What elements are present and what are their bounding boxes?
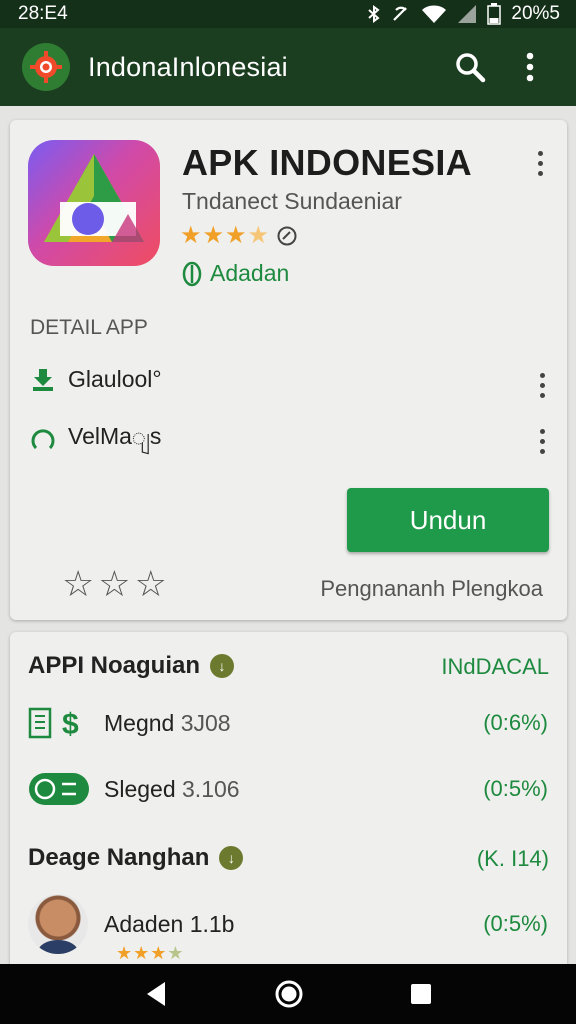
list-item-label: Adaden 1.1b xyxy=(104,910,235,937)
star-icon: ★ xyxy=(133,943,150,963)
app-icon[interactable] xyxy=(28,140,160,266)
star-outline-icon[interactable]: ☆ xyxy=(135,566,167,602)
detail-row-menu-button[interactable] xyxy=(530,370,554,400)
app-bar-title: IndonaInlonesiai xyxy=(88,51,288,82)
detail-row[interactable]: Glaulool° xyxy=(30,366,162,393)
cell-signal-icon xyxy=(458,5,477,23)
list-item[interactable]: Adaden 1.1b (0:5%) xyxy=(28,894,548,954)
status-icons: 20%5 xyxy=(367,3,560,25)
shield-check-icon xyxy=(182,261,202,286)
overflow-menu-button[interactable] xyxy=(506,43,554,91)
app-bar: IndonaInlonesiai xyxy=(0,28,576,106)
list-item[interactable]: $ Megnd 3J08 (0:6%) xyxy=(28,706,548,740)
arrow-down-circle-icon: ↓ xyxy=(219,846,244,870)
reviewer-rating: ★ ★ ★ ★ xyxy=(116,944,184,962)
review-link[interactable]: Pengnananh Plengkoa xyxy=(320,576,543,602)
section-title-text: APPI Noaguian xyxy=(28,652,201,679)
battery-percent: 20%5 xyxy=(511,3,560,24)
section-title: APPI Noaguian ↓ xyxy=(28,652,235,680)
search-button[interactable] xyxy=(446,43,494,91)
app-triangle-logo-icon xyxy=(44,154,144,242)
download-icon xyxy=(33,368,53,391)
install-status-label: Adadan xyxy=(210,260,290,286)
star-icon: ★ xyxy=(167,943,184,963)
more-vert-icon xyxy=(526,52,534,82)
detail-row-menu-button[interactable] xyxy=(530,426,554,456)
list-icon: $ xyxy=(28,706,92,740)
rating-info-icon xyxy=(277,226,297,246)
star-half-icon: ★ xyxy=(247,222,270,249)
status-time: 28:E4 xyxy=(18,3,68,24)
battery-icon xyxy=(487,3,502,25)
app-rating: ★ ★ ★ ★ xyxy=(180,224,298,248)
section-title-text: Deage Nanghan xyxy=(28,844,210,871)
list-item-value: (0:5%) xyxy=(483,911,548,936)
list-item-label: Megnd 3J08 xyxy=(104,709,231,736)
app-logo-icon xyxy=(22,43,70,91)
wifi-icon xyxy=(422,5,447,23)
list-item[interactable]: Sleged 3.106 (0:5%) xyxy=(28,772,548,806)
system-nav-bar xyxy=(0,964,576,1024)
app-card-menu-button[interactable] xyxy=(528,148,552,178)
search-icon xyxy=(456,53,486,83)
list-icon xyxy=(28,894,92,954)
avatar xyxy=(28,894,88,954)
star-icon: ★ xyxy=(116,943,133,963)
list-icon xyxy=(28,772,92,806)
list-item-label: Sleged 3.106 xyxy=(104,775,240,802)
app-developer[interactable]: Tndanect Sundaeniar xyxy=(182,188,402,215)
arrow-down-circle-icon: ↓ xyxy=(210,654,235,678)
bluetooth-icon xyxy=(368,5,380,23)
status-bar: 28:E4 20%5 xyxy=(0,0,576,28)
star-outline-icon[interactable]: ☆ xyxy=(98,566,130,602)
section-title: Deage Nanghan ↓ xyxy=(28,844,244,872)
recents-icon[interactable] xyxy=(409,982,433,1006)
star-outline-icon[interactable]: ☆ xyxy=(62,566,94,602)
app-stats-card: APPI Noaguian ↓ INdDACAL $ Megnd 3J08 (0… xyxy=(10,632,567,972)
detail-row-label: Glaulool° xyxy=(68,366,162,392)
detail-section-label: DETAIL APP xyxy=(30,316,148,339)
install-button[interactable]: Undun xyxy=(347,488,549,552)
svg-text:$: $ xyxy=(62,708,79,740)
home-icon[interactable] xyxy=(274,979,304,1009)
section-action[interactable]: INdDACAL xyxy=(441,654,549,680)
detail-row-label: VelMaျs xyxy=(68,423,162,449)
star-icon: ★ xyxy=(180,222,202,249)
star-icon: ★ xyxy=(202,222,225,249)
list-item-value: (0:6%) xyxy=(483,710,548,735)
install-status: Adadan xyxy=(182,260,289,287)
rate-app-stars[interactable]: ☆ ☆ ☆ xyxy=(62,566,167,602)
app-detail-card: APK INDONESIA Tndanect Sundaeniar ★ ★ ★ … xyxy=(10,120,567,620)
back-icon[interactable] xyxy=(143,980,169,1008)
toggle-pill-icon xyxy=(29,773,89,805)
list-item-value: (0:5%) xyxy=(483,776,548,801)
signal-off-icon xyxy=(393,6,408,21)
detail-row[interactable]: VelMaျs xyxy=(30,422,161,456)
receipt-dollar-icon: $ xyxy=(28,707,79,740)
star-icon: ★ xyxy=(150,943,167,963)
circle-arc-icon xyxy=(31,429,55,450)
section-action[interactable]: (K. I14) xyxy=(477,846,549,872)
star-icon: ★ xyxy=(225,222,247,249)
app-title: APK INDONESIA xyxy=(182,142,472,183)
